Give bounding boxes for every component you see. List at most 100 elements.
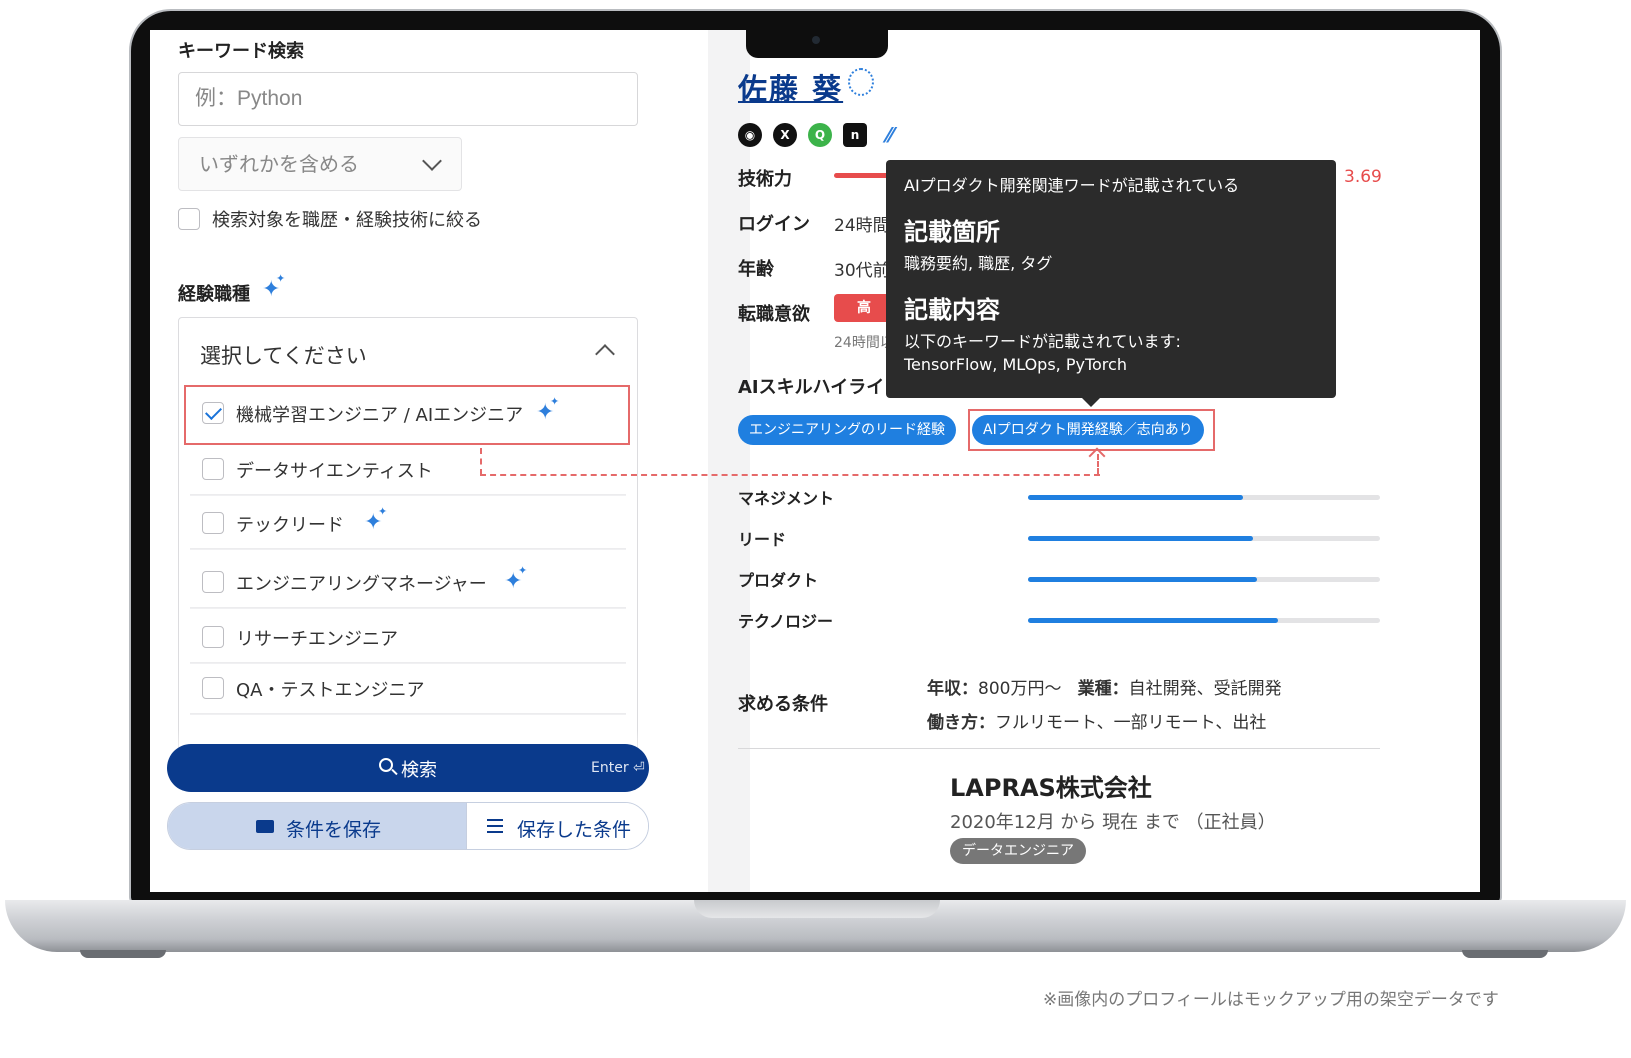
skill-tag[interactable]: エンジニアリングのリード経験 xyxy=(738,415,956,445)
tooltip-content-heading: 記載内容 xyxy=(904,296,1000,324)
job-option-checkbox[interactable] xyxy=(202,626,224,648)
camera-notch xyxy=(746,30,888,58)
tech-score: 3.69 xyxy=(1344,167,1382,187)
github-icon[interactable]: ◉ xyxy=(738,123,762,147)
skill-track xyxy=(1028,536,1380,541)
list-icon xyxy=(487,819,503,833)
job-option[interactable]: データサイエンティスト xyxy=(190,445,626,495)
role-badge: データエンジニア xyxy=(950,838,1086,864)
tech-score-bar xyxy=(834,173,894,178)
match-mode-value: いずれかを含める xyxy=(199,152,359,176)
intent-label: 転職意欲 xyxy=(738,304,810,325)
tooltip-location-heading: 記載箇所 xyxy=(904,218,1000,246)
laptop-foot-left xyxy=(80,950,166,958)
intent-badge: 高 xyxy=(834,294,894,322)
skill-label: プロダクト xyxy=(738,571,819,590)
chevron-down-icon xyxy=(422,151,442,171)
saved-conditions-button[interactable]: 保存した条件 xyxy=(466,803,648,849)
employment-period: 2020年12月 から 現在 まで （正社員） xyxy=(950,812,1276,833)
age-value: 30代前 xyxy=(834,261,890,281)
workstyle-value: フルリモート、一部リモート、出社 xyxy=(995,713,1267,733)
qiita-icon[interactable]: Q xyxy=(808,123,832,147)
ai-sparkle-icon: ✦ ✦ xyxy=(504,564,528,594)
job-option-label: テックリード xyxy=(236,515,344,536)
ai-sparkle-icon: ✦ ✦ xyxy=(364,505,388,535)
disclaimer: ※画像内のプロフィールはモックアップ用の架空データです xyxy=(1043,990,1499,1010)
job-type-placeholder[interactable]: 選択してください xyxy=(200,340,367,370)
job-option-checkbox[interactable] xyxy=(202,571,224,593)
job-option-label: エンジニアリングマネージャー xyxy=(236,574,487,595)
enter-hint: Enter ⏎ xyxy=(591,760,645,776)
screen: キーワード検索 例：Python いずれかを含める 検索対象を職歴・経験技術に絞… xyxy=(150,30,1480,892)
job-option-label: データサイエンティスト xyxy=(236,461,433,482)
search-icon xyxy=(379,758,393,772)
ai-sparkle-icon: ✦ ✦ xyxy=(262,272,286,302)
keyword-input[interactable]: 例：Python xyxy=(178,72,638,126)
highlight-frame-left xyxy=(184,385,630,445)
ai-skill-label: AIスキルハイライ xyxy=(738,377,885,398)
save-buttons: 条件を保存 保存した条件 xyxy=(167,802,649,850)
job-option[interactable]: リサーチエンジニア xyxy=(190,613,626,663)
x-icon[interactable]: X xyxy=(773,123,797,147)
search-button-label: 検索 xyxy=(401,760,437,781)
job-option-checkbox[interactable] xyxy=(202,512,224,534)
match-mode-select[interactable]: いずれかを含める xyxy=(178,137,462,191)
tooltip-keywords: TensorFlow, MLOps, PyTorch xyxy=(904,355,1127,374)
fingerprint-icon xyxy=(848,68,874,96)
save-conditions-label: 条件を保存 xyxy=(286,819,382,841)
zenn-icon[interactable]: ⁄⁄ xyxy=(878,123,902,147)
skill-track xyxy=(1028,577,1380,582)
saved-conditions-label: 保存した条件 xyxy=(517,819,632,841)
salary-key: 年収： xyxy=(927,679,978,699)
skill-label: テクノロジー xyxy=(738,612,834,631)
tooltip-title: AIプロダクト開発関連ワードが記載されている xyxy=(904,176,1240,195)
search-button[interactable]: 検索 Enter ⏎ xyxy=(167,744,649,792)
tooltip-content-text: 以下のキーワードが記載されています: xyxy=(904,332,1181,351)
skill-fill xyxy=(1028,536,1254,541)
candidate-name[interactable]: 佐藤 葵 xyxy=(738,66,843,108)
job-option-checkbox[interactable] xyxy=(202,677,224,699)
tech-label: 技術力 xyxy=(738,169,792,190)
connector-line xyxy=(480,474,1100,476)
industry-value: 自社開発、受託開発 xyxy=(1128,679,1282,699)
section-divider xyxy=(738,748,1380,749)
tooltip: AIプロダクト開発関連ワードが記載されている 記載箇所 職務要約, 職歴, タグ… xyxy=(886,160,1336,407)
skill-fill xyxy=(1028,577,1257,582)
login-value: 24時間 xyxy=(834,216,890,236)
skill-track xyxy=(1028,618,1380,623)
age-label: 年齢 xyxy=(738,259,774,280)
job-option-label: QA・テストエンジニア xyxy=(236,680,425,701)
conditions-label: 求める条件 xyxy=(738,694,828,715)
folder-icon xyxy=(256,820,274,833)
job-option[interactable]: QA・テストエンジニア xyxy=(190,664,626,714)
job-option[interactable]: テックリード ✦ ✦ xyxy=(190,499,626,549)
intent-sub: 24時間以 xyxy=(834,335,894,351)
restrict-checkbox-label: 検索対象を職歴・経験技術に絞る xyxy=(212,210,482,231)
search-panel: キーワード検索 例：Python いずれかを含める 検索対象を職歴・経験技術に絞… xyxy=(150,30,708,892)
highlight-frame-right xyxy=(968,409,1215,451)
laptop-opening-notch xyxy=(694,900,940,918)
login-label: ログイン xyxy=(738,214,810,235)
note-icon[interactable]: n xyxy=(843,123,867,147)
job-type-label: 経験職種 xyxy=(178,284,250,305)
panel-divider xyxy=(708,30,750,892)
skill-label: マネジメント xyxy=(738,489,835,508)
conditions-line-1: 年収：800万円〜 業種：自社開発、受託開発 xyxy=(927,674,1282,699)
restrict-checkbox[interactable] xyxy=(178,208,200,230)
industry-key: 業種： xyxy=(1077,679,1129,699)
keyword-search-label: キーワード検索 xyxy=(178,41,304,62)
job-option[interactable]: エンジニアリングマネージャー ✦ ✦ xyxy=(190,558,626,608)
save-conditions-button[interactable]: 条件を保存 xyxy=(168,803,466,849)
skill-label: リード xyxy=(738,530,787,549)
job-option-checkbox[interactable] xyxy=(202,458,224,480)
skill-fill xyxy=(1028,618,1278,623)
skill-track xyxy=(1028,495,1380,500)
job-option-label: リサーチエンジニア xyxy=(236,629,398,650)
skill-fill xyxy=(1028,495,1243,500)
conditions-line-2: 働き方：フルリモート、一部リモート、出社 xyxy=(927,708,1266,733)
tooltip-location-text: 職務要約, 職歴, タグ xyxy=(904,254,1053,273)
connector-line xyxy=(480,448,482,475)
company-name: LAPRAS株式会社 xyxy=(950,774,1152,802)
workstyle-key: 働き方： xyxy=(927,713,995,733)
laptop-foot-right xyxy=(1462,950,1548,958)
